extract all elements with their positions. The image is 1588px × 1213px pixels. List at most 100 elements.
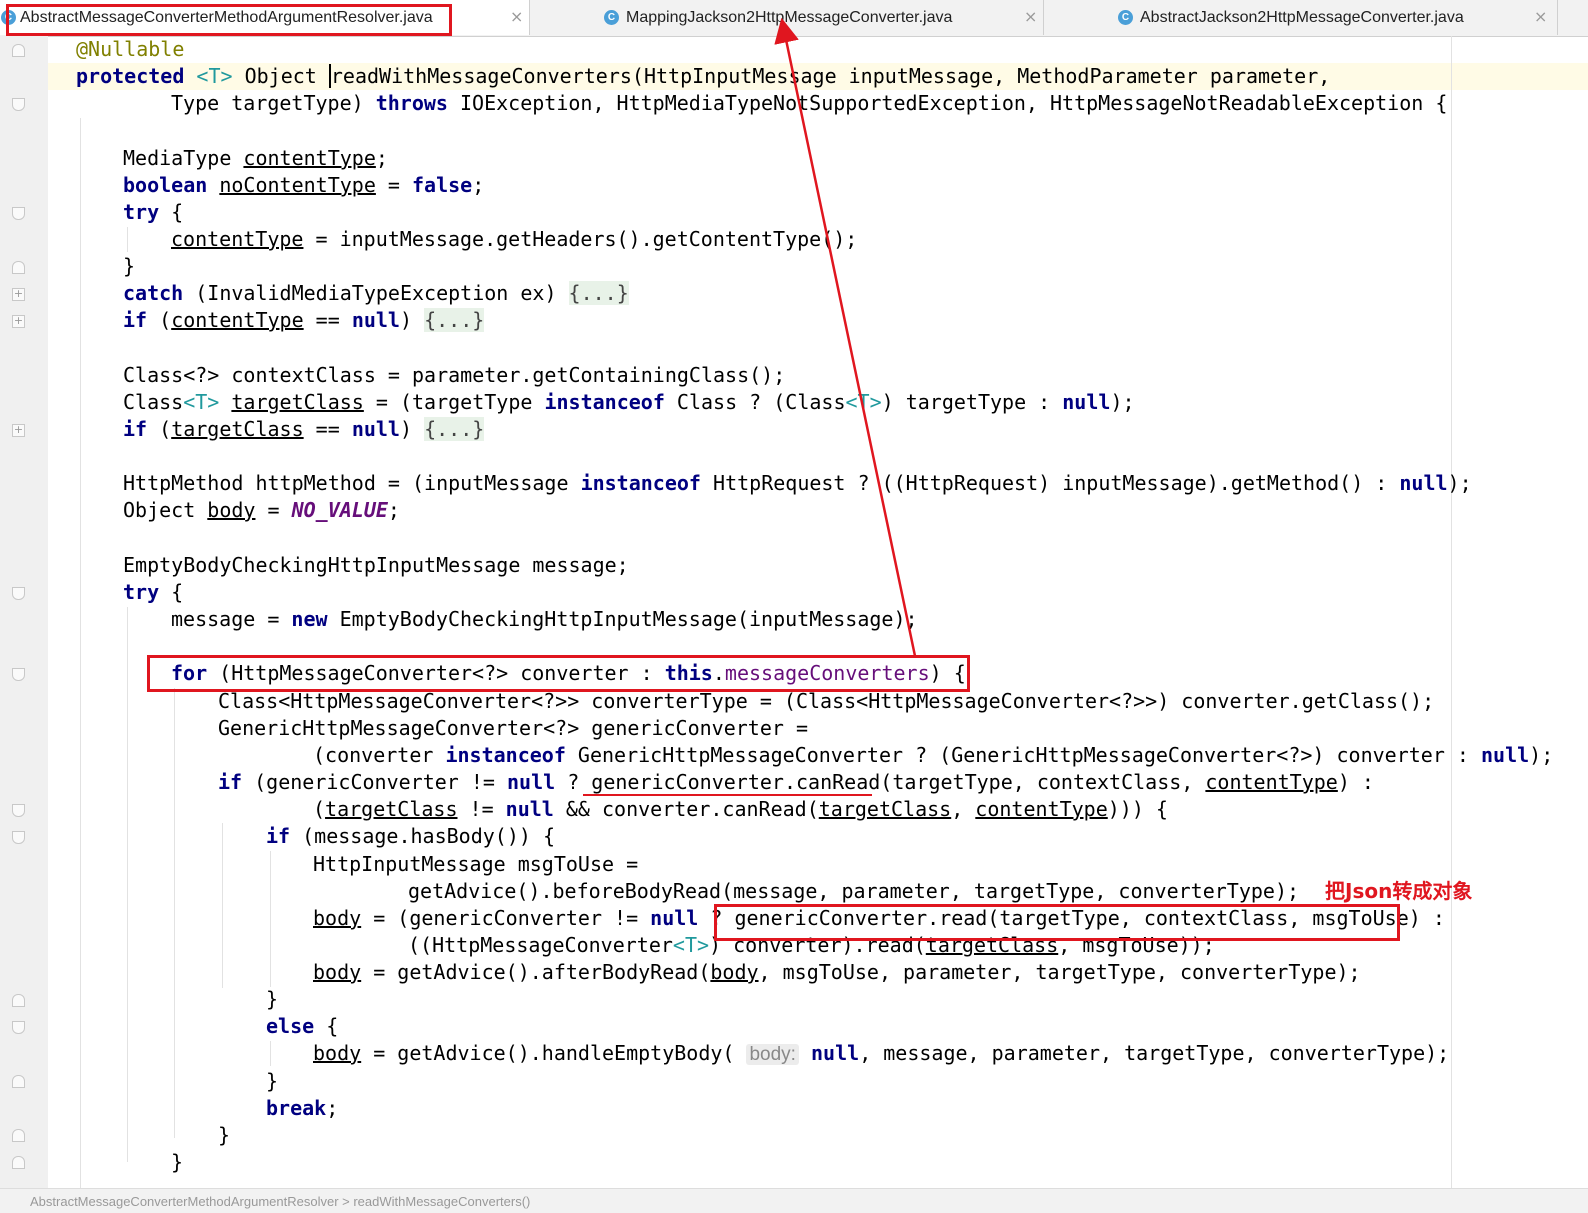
variable: body — [313, 960, 362, 984]
expand-fold-icon[interactable]: + — [12, 424, 25, 437]
fold-marker-icon[interactable] — [12, 1156, 25, 1169]
code-token: } — [218, 1123, 231, 1147]
folded-block[interactable]: {...} — [424, 308, 485, 332]
generic-type: <T> — [196, 64, 233, 88]
code-line: MediaType contentType; — [123, 145, 388, 172]
code-line: Class<?> contextClass = parameter.getCon… — [123, 362, 785, 389]
code-line: contentType = inputMessage.getHeaders().… — [171, 226, 857, 253]
fold-marker-icon[interactable] — [12, 1129, 25, 1142]
tab-mapping-jackson2-http-message-converter[interactable]: C MappingJackson2HttpMessageConverter.ja… — [530, 0, 1044, 35]
keyword: else — [266, 1014, 315, 1038]
annotation: @Nullable — [76, 37, 185, 61]
tab-abstract-jackson2-http-message-converter[interactable]: C AbstractJackson2HttpMessageConverter.j… — [1044, 0, 1558, 35]
code-line: Type targetType) throws IOException, Htt… — [171, 90, 1447, 117]
tab-label: MappingJackson2HttpMessageConverter.java — [626, 9, 953, 26]
code-line: body = getAdvice().handleEmptyBody( body… — [313, 1040, 1449, 1067]
fold-marker-icon[interactable] — [12, 587, 25, 600]
expand-fold-icon[interactable]: + — [12, 315, 25, 328]
code-token: (targetType, contextClass, — [880, 770, 1206, 794]
code-line: if (genericConverter != null ? genericCo… — [218, 769, 1374, 796]
fold-marker-icon[interactable] — [12, 44, 25, 57]
code-line: boolean noContentType = false; — [123, 172, 484, 199]
code-token: HttpRequest ? ((HttpRequest) inputMessag… — [700, 471, 1400, 495]
code-token: HttpInputMessage msgToUse = — [313, 852, 639, 876]
variable: targetClass — [231, 390, 364, 414]
keyword: instanceof — [580, 471, 701, 495]
code-token: EmptyBodyCheckingHttpInputMessage messag… — [123, 553, 629, 577]
code-line: } — [218, 1122, 230, 1149]
fold-marker-icon[interactable] — [12, 207, 25, 220]
fold-marker-icon[interactable] — [12, 1021, 25, 1034]
fold-marker-icon[interactable] — [12, 261, 25, 274]
variable: body — [207, 498, 256, 522]
code-token: (InvalidMediaTypeException ex) — [183, 281, 569, 305]
indent-guide — [270, 1041, 271, 1066]
code-line: } — [123, 253, 135, 280]
red-underline-canread — [583, 794, 872, 796]
code-token: != — [457, 797, 506, 821]
code-token: } — [266, 1069, 279, 1093]
variable: contentType — [243, 146, 376, 170]
code-token: GenericHttpMessageConverter<?> genericCo… — [218, 716, 809, 740]
code-token: Class ? (Class — [664, 390, 846, 414]
code-token: GenericHttpMessageConverter ? (GenericHt… — [565, 743, 1481, 767]
folded-block[interactable]: {...} — [568, 281, 629, 305]
code-token: Object — [232, 64, 329, 88]
expand-fold-icon[interactable]: + — [12, 288, 25, 301]
keyword: catch — [123, 281, 184, 305]
breadcrumb-status-bar: AbstractMessageConverterMethodArgumentRe… — [0, 1188, 1588, 1213]
keyword: instanceof — [445, 743, 566, 767]
variable: contentType — [1205, 770, 1338, 794]
code-token: , — [951, 797, 976, 821]
code-token: = getAdvice().afterBodyRead( — [361, 960, 711, 984]
keyword: protected — [76, 64, 185, 88]
parameter-hint: body: — [746, 1044, 799, 1065]
code-token: { — [159, 200, 184, 224]
generic-type: <T> — [845, 390, 882, 414]
fold-marker-icon[interactable] — [12, 1075, 25, 1088]
code-line: message = new EmptyBodyCheckingHttpInput… — [171, 606, 918, 633]
code-token: } — [266, 987, 279, 1011]
close-icon[interactable]: × — [1534, 7, 1547, 26]
code-line: body = getAdvice().afterBodyRead(body, m… — [313, 959, 1361, 986]
variable: body — [313, 1041, 362, 1065]
fold-marker-icon[interactable] — [12, 831, 25, 844]
code-line: catch (InvalidMediaTypeException ex) {..… — [123, 280, 629, 307]
variable: noContentType — [219, 173, 376, 197]
code-token: ? — [555, 770, 592, 794]
code-line: else { — [266, 1013, 338, 1040]
code-token: : — [1420, 906, 1445, 930]
folded-block[interactable]: {...} — [424, 417, 485, 441]
code-token: genericConverter.canRead — [591, 770, 881, 794]
keyword: null — [650, 906, 699, 930]
code-token: Type targetType) — [171, 91, 376, 115]
code-line: protected <T> Object readWithMessageConv… — [76, 63, 1330, 90]
fold-marker-icon[interactable] — [12, 668, 25, 681]
keyword: try — [123, 580, 160, 604]
code-token: ( — [313, 797, 326, 821]
code-token: && converter.canRead( — [553, 797, 819, 821]
keyword: if — [218, 770, 243, 794]
keyword: try — [123, 200, 160, 224]
code-token: = (targetType — [363, 390, 545, 414]
indent-guide — [222, 823, 223, 988]
close-icon[interactable]: × — [1024, 7, 1037, 26]
keyword: null — [351, 308, 400, 332]
keyword: null — [351, 417, 400, 441]
code-token: , msgToUse, parameter, targetType, conve… — [758, 960, 1361, 984]
fold-marker-icon[interactable] — [12, 98, 25, 111]
fold-marker-icon[interactable] — [12, 804, 25, 817]
highlight-box-generic-read — [714, 904, 1400, 941]
code-token: Object — [123, 498, 208, 522]
java-class-icon: C — [1118, 10, 1133, 25]
fold-marker-icon[interactable] — [12, 994, 25, 1007]
code-token: EmptyBodyCheckingHttpInputMessage(inputM… — [327, 607, 918, 631]
code-token: MediaType — [123, 146, 244, 170]
generic-type: <T> — [183, 390, 220, 414]
indent-guide — [127, 607, 128, 1162]
code-line: if (contentType == null) {...} — [123, 308, 485, 332]
code-line: Class<T> targetClass = (targetType insta… — [123, 390, 1135, 414]
close-icon[interactable]: × — [510, 7, 523, 26]
code-token: == — [303, 308, 352, 332]
code-token: , message, parameter, targetType, conver… — [859, 1041, 1450, 1065]
